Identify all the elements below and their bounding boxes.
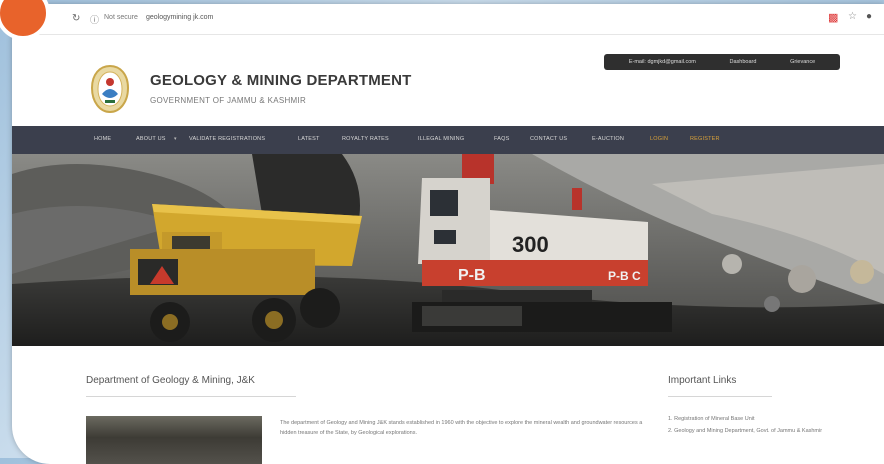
- nav-validate-registrations[interactable]: VALIDATE REGISTRATIONS: [189, 136, 265, 142]
- important-link-item[interactable]: 2. Geology and Mining Department, Govt. …: [668, 426, 848, 436]
- top-contact-strip: E-mail: dgmjkd@gmail.com Dashboard Griev…: [604, 54, 840, 70]
- nav-latest[interactable]: LATEST: [298, 136, 320, 142]
- bookmark-star-icon[interactable]: ☆: [848, 11, 857, 22]
- nav-about-us[interactable]: ABOUT US: [136, 136, 166, 142]
- url-field[interactable]: geologymining jk.com: [146, 14, 213, 21]
- nav-faqs[interactable]: FAQS: [494, 136, 509, 142]
- shovel-number-label: 300: [512, 232, 549, 257]
- department-emblem-icon[interactable]: [90, 64, 130, 114]
- nav-home[interactable]: HOME: [94, 136, 111, 142]
- nav-illegal-mining[interactable]: ILLEGAL MINING: [418, 136, 464, 142]
- address-bar: ↻ ⓘ Not secure geologymining jk.com ▩ ☆ …: [12, 4, 884, 35]
- profile-icon[interactable]: ●: [866, 11, 872, 22]
- nav-contact-us[interactable]: CONTACT US: [530, 136, 567, 142]
- browser-window: ↻ ⓘ Not secure geologymining jk.com ▩ ☆ …: [12, 4, 884, 464]
- shovel-code-label-2: P-B C: [608, 269, 641, 283]
- chevron-down-icon[interactable]: ▾: [174, 136, 177, 142]
- important-links-title: Important Links: [668, 375, 737, 386]
- dashboard-link[interactable]: Dashboard: [730, 59, 757, 65]
- department-intro-text: The department of Geology and Mining J&K…: [280, 420, 643, 436]
- site-title: GEOLOGY & MINING DEPARTMENT: [150, 72, 412, 89]
- nav-royalty-rates[interactable]: ROYALTY RATES: [342, 136, 389, 142]
- important-links-list: 1. Registration of Mineral Base Unit 2. …: [668, 414, 848, 438]
- shovel-code-label: P-B: [458, 267, 486, 284]
- reload-icon[interactable]: ↻: [72, 13, 80, 24]
- nav-register[interactable]: REGISTER: [690, 136, 720, 142]
- important-link-item[interactable]: 1. Registration of Mineral Base Unit: [668, 414, 848, 424]
- hero-banner-image: 300 P-B P-B C: [12, 154, 884, 346]
- site-subtitle: GOVERNMENT OF JAMMU & KASHMIR: [150, 96, 307, 105]
- nav-login[interactable]: LOGIN: [650, 136, 668, 142]
- section-title: Department of Geology & Mining, J&K: [86, 375, 255, 386]
- security-label[interactable]: Not secure: [104, 14, 138, 21]
- extension-icon[interactable]: ▩: [828, 11, 838, 24]
- email-link[interactable]: E-mail: dgmjkd@gmail.com: [629, 59, 696, 65]
- nav-e-auction[interactable]: E-AUCTION: [592, 136, 624, 142]
- department-thumbnail-image: [86, 416, 262, 464]
- main-navigation: HOME ABOUT US ▾ VALIDATE REGISTRATIONS L…: [12, 126, 884, 154]
- section-divider: [86, 396, 296, 397]
- important-links-divider: [668, 396, 772, 397]
- grievance-link[interactable]: Grievance: [790, 59, 815, 65]
- info-icon[interactable]: ⓘ: [90, 13, 99, 26]
